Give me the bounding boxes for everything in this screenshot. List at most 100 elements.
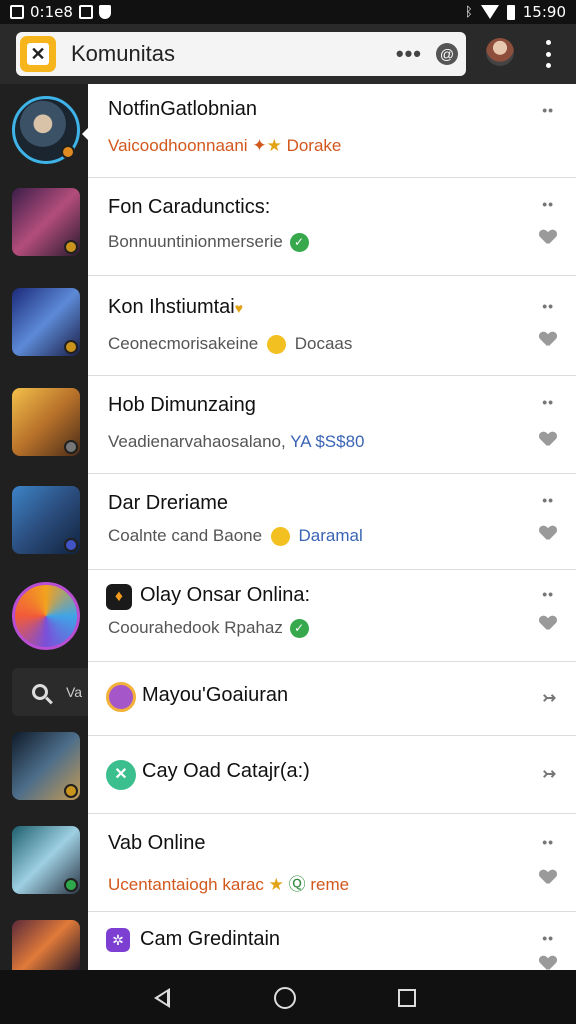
app-root: 0:1e8 ᛒ 15:90 ✕ Komunitas ••• @ Va Notfi… (0, 0, 576, 1024)
heart-icon[interactable] (540, 432, 556, 448)
chat-row[interactable]: Mayou'Goaiuran ↣ (88, 662, 576, 736)
forward-icon[interactable]: ↣ (543, 764, 556, 784)
more-icon[interactable]: •• (542, 298, 554, 314)
community-avatar-2[interactable] (12, 188, 80, 256)
app-logo-icon[interactable]: ✕ (20, 36, 56, 72)
chat-subtitle-tail: reme (310, 875, 350, 894)
heart-icon[interactable] (540, 230, 556, 246)
badge-icon (64, 440, 78, 454)
rail-search[interactable]: Va (12, 668, 88, 716)
chat-subtitle: Bonnuuntinionmerserie ✓ (108, 232, 309, 253)
notification-icon (10, 5, 24, 19)
chat-subtitle: Coalnte cand Baone Daramal (108, 526, 363, 547)
chat-row[interactable]: Kon Ihstiumtai♥ Ceonecmorisakeine Docaas… (88, 276, 576, 376)
chat-row[interactable]: Fon Caradunctics: Bonnuuntinionmerserie … (88, 178, 576, 276)
community-avatar-5[interactable] (12, 486, 80, 554)
status-left: 0:1e8 (10, 3, 111, 21)
more-icon[interactable]: •• (542, 586, 554, 602)
chat-subtitle-text: Coourahedook Rpahaz (108, 618, 283, 637)
overflow-menu-icon[interactable] (540, 40, 556, 68)
chat-subtitle: Coourahedook Rpahaz ✓ (108, 618, 309, 639)
chat-subtitle: Ucentantaiogh karac ★ Ⓠ reme (108, 870, 349, 895)
chat-row[interactable]: ♦ Olay Onsar Onlina: Coourahedook Rpahaz… (88, 570, 576, 662)
search-badge-icon: Ⓠ (288, 875, 306, 894)
badge-icon (64, 878, 78, 892)
chat-row[interactable]: ✲ Cam Gredintain •• (88, 912, 576, 970)
chat-title: Fon Caradunctics: (108, 196, 271, 218)
back-icon[interactable] (154, 988, 170, 1008)
app-logo-mark: ✕ (27, 43, 49, 65)
wifi-icon (480, 5, 499, 19)
chat-subtitle-tail: YA $S$80 (290, 432, 365, 451)
chat-subtitle-text: Vaicoodhoonnaani (108, 136, 248, 155)
chat-title: Mayou'Goaiuran (142, 684, 289, 706)
badge-icon (64, 240, 78, 254)
chat-subtitle-text: Veadienarvahaosalano, (108, 432, 286, 451)
bluetooth-icon: ᛒ (464, 4, 473, 20)
chat-title: Cay Oad Catajr(a:) (142, 760, 310, 782)
chat-list: NotfinGatlobnian Vaicoodhoonnaani ✦★ Dor… (88, 84, 576, 970)
search-icon (32, 684, 48, 700)
status-bar: 0:1e8 ᛒ 15:90 (0, 0, 576, 24)
emoji-icon (266, 335, 286, 355)
system-nav-bar (0, 970, 576, 1024)
chat-subtitle-text: Bonnuuntinionmerserie (108, 232, 283, 251)
chat-subtitle-tail: Docaas (294, 334, 353, 353)
community-avatar-4[interactable] (12, 388, 80, 456)
community-avatar-3[interactable] (12, 288, 80, 356)
cross-badge-icon: ✕ (106, 760, 136, 790)
badge-icon (64, 340, 78, 354)
star-icon: ★ (268, 875, 284, 894)
flame-icon: ♦ (106, 584, 132, 610)
recents-icon[interactable] (398, 989, 416, 1007)
chat-row[interactable]: NotfinGatlobnian Vaicoodhoonnaani ✦★ Dor… (88, 84, 576, 178)
more-icon[interactable]: •• (542, 492, 554, 508)
chat-title-text: Kon Ihstiumtai (108, 296, 235, 318)
chat-title: Cam Gredintain (140, 928, 281, 950)
chat-row[interactable]: ✕ Cay Oad Catajr(a:) ↣ (88, 736, 576, 814)
community-avatar-6[interactable] (12, 582, 80, 650)
star-icon: ★ (266, 136, 282, 155)
chat-row[interactable]: Hob Dimunzaing Veadienarvahaosalano, YA … (88, 376, 576, 474)
chat-title: Vab Online (108, 832, 206, 854)
chat-subtitle-text: Ucentantaiogh karac (108, 875, 264, 894)
chat-subtitle-tail: Dorake (286, 136, 342, 155)
more-icon[interactable]: ••• (396, 41, 422, 67)
community-avatar-7[interactable] (12, 732, 80, 800)
heart-icon[interactable] (540, 526, 556, 542)
heart-icon[interactable] (540, 616, 556, 632)
chat-subtitle-tail: Daramal (298, 526, 363, 545)
verified-check-icon: ✓ (289, 233, 309, 253)
forward-icon[interactable]: ↣ (543, 688, 556, 708)
battery-icon (506, 4, 515, 20)
status-right: ᛒ 15:90 (465, 3, 566, 21)
badge-icon (61, 145, 75, 159)
rail-search-text: Va (66, 684, 83, 700)
more-icon[interactable]: •• (542, 196, 554, 212)
verified-check-icon: ✓ (289, 619, 309, 639)
chat-title: Olay Onsar Onlina: (140, 584, 311, 606)
community-avatar-9[interactable] (12, 920, 80, 970)
community-avatar-1[interactable] (12, 96, 80, 164)
chat-subtitle: Veadienarvahaosalano, YA $S$80 (108, 432, 364, 452)
page-title: Komunitas (71, 41, 175, 66)
heart-icon[interactable] (540, 870, 556, 886)
badge-icon (64, 784, 78, 798)
community-rail: Va (0, 84, 89, 970)
chat-row[interactable]: Vab Online Ucentantaiogh karac ★ Ⓠ reme … (88, 814, 576, 912)
user-avatar[interactable] (486, 38, 514, 66)
more-icon[interactable]: •• (542, 834, 554, 850)
home-icon[interactable] (274, 987, 296, 1009)
community-avatar-8[interactable] (12, 826, 80, 894)
heart-icon[interactable] (540, 956, 556, 970)
more-icon[interactable]: •• (542, 930, 554, 946)
title-bar-pill[interactable]: ✕ Komunitas ••• @ (16, 32, 466, 76)
more-icon[interactable]: •• (542, 102, 554, 118)
game-logo-icon: ✲ (106, 928, 130, 952)
status-left-text: 0:1e8 (30, 3, 73, 21)
heart-icon[interactable] (540, 332, 556, 348)
chat-subtitle-text: Ceonecmorisakeine (108, 334, 259, 353)
chat-row[interactable]: Dar Dreriame Coalnte cand Baone Daramal … (88, 474, 576, 570)
more-icon[interactable]: •• (542, 394, 554, 410)
mention-icon[interactable]: @ (436, 43, 458, 65)
